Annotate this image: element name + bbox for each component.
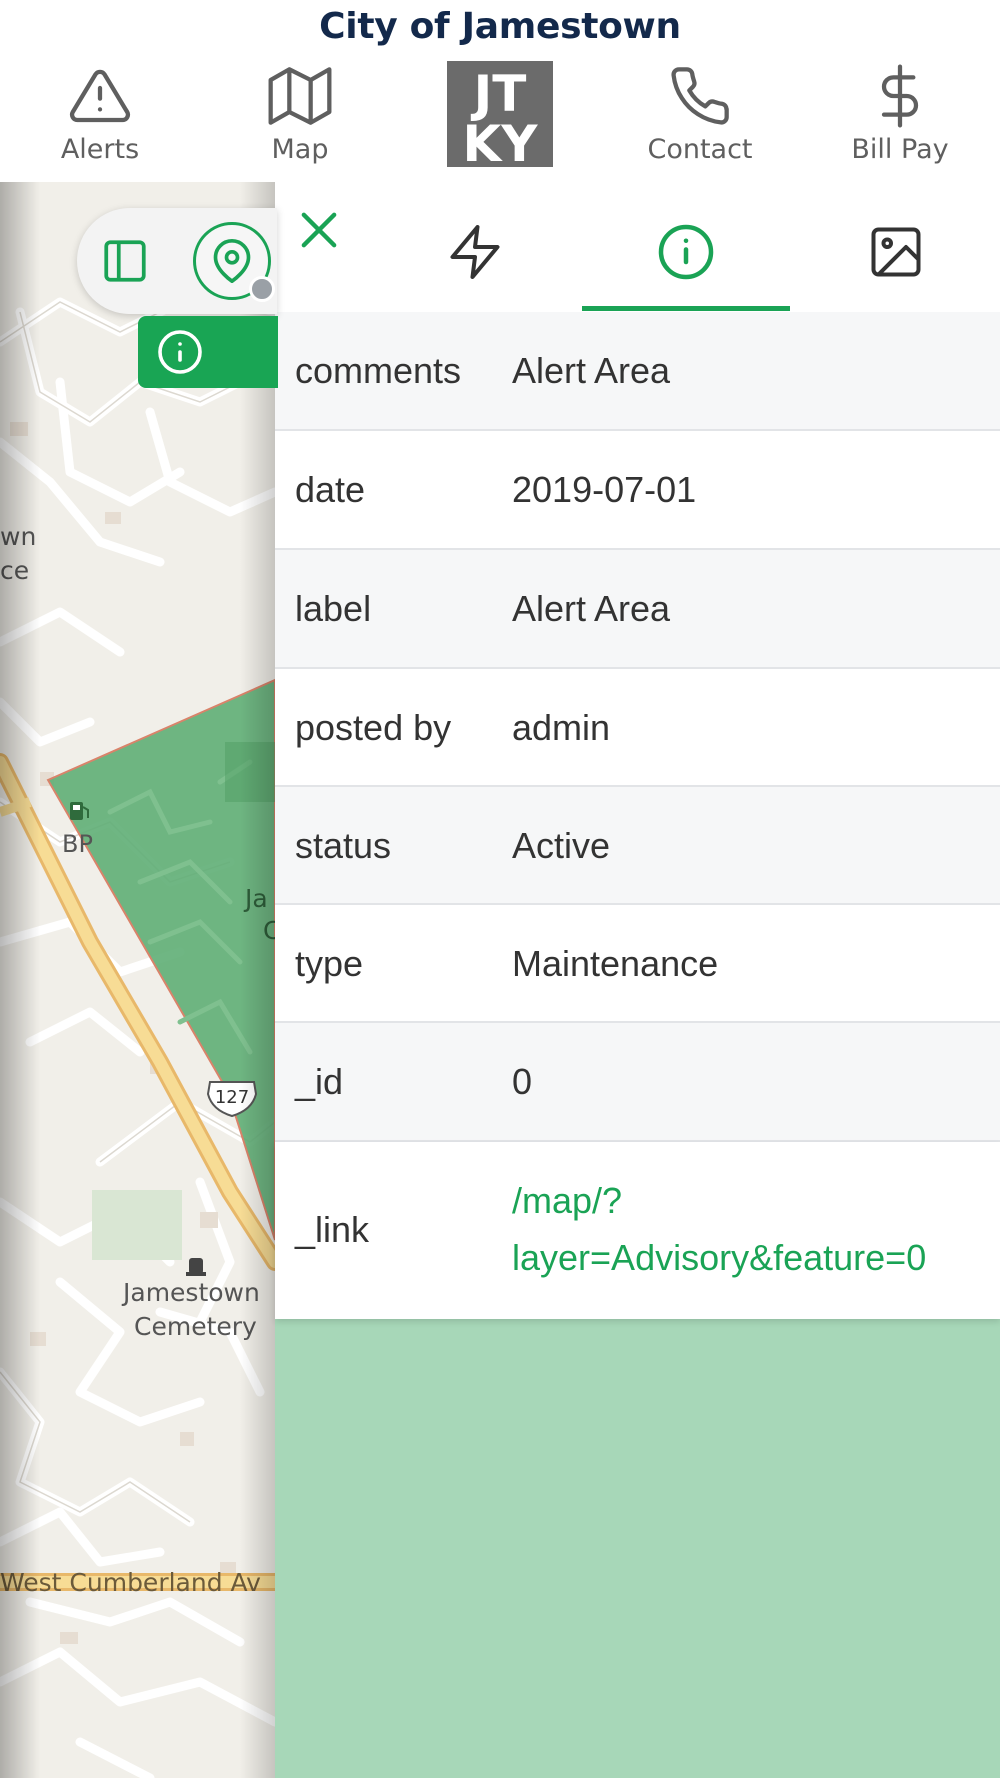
feature-link[interactable]: /map/? layer=Advisory&feature=0 <box>512 1172 926 1286</box>
active-tab-indicator <box>582 306 790 311</box>
image-icon <box>871 227 921 277</box>
table-row: label Alert Area <box>275 550 1000 669</box>
nav-bill-pay-label: Bill Pay <box>851 134 949 165</box>
nav-map[interactable]: Map <box>200 64 400 174</box>
city-logo[interactable]: JT KY <box>447 61 553 167</box>
attr-key: comments <box>295 350 462 391</box>
nav-bill-pay[interactable]: Bill Pay <box>800 64 1000 174</box>
feature-detail-panel: comments Alert Area date 2019-07-01 labe… <box>275 182 1000 1778</box>
logo-line2: KY <box>463 115 539 167</box>
attr-key: status <box>295 825 392 866</box>
nav-alerts-label: Alerts <box>60 134 140 165</box>
tab-actions[interactable] <box>445 222 505 282</box>
table-row: date 2019-07-01 <box>275 431 1000 550</box>
attr-value: Maintenance <box>512 943 719 984</box>
city-title: City of Jamestown <box>319 6 681 47</box>
map-label-cemetery-2: Cemetery <box>134 1312 257 1341</box>
jtky-logo-icon: JT KY <box>463 65 539 167</box>
nav-contact-label: Contact <box>647 134 753 165</box>
map-label-park-1: Ja <box>245 884 268 913</box>
highway-label: 127 <box>215 1087 249 1108</box>
table-row: _link /map/? layer=Advisory&feature=0 <box>275 1142 1000 1319</box>
info-icon <box>158 330 202 374</box>
attr-key: _link <box>295 1209 370 1250</box>
attr-value: 2019-07-01 <box>512 469 697 510</box>
lightning-icon <box>450 225 500 279</box>
map-label-bp: BP <box>62 830 93 858</box>
map-label-street: West Cumberland Av <box>0 1568 261 1597</box>
location-status-dot <box>249 276 275 302</box>
map-icon <box>268 67 332 125</box>
attr-value: admin <box>512 707 611 748</box>
dollar-icon <box>881 64 919 128</box>
app-root: City of Jamestown Alerts Map JT KY Conta… <box>0 0 1000 1778</box>
app-header: City of Jamestown Alerts Map JT KY Conta… <box>0 0 1000 182</box>
map-canvas: 127 <box>0 182 275 1778</box>
table-row: comments Alert Area <box>275 312 1000 431</box>
attr-key: posted by <box>295 707 452 748</box>
attr-value: Alert Area <box>512 350 671 391</box>
attr-key: type <box>295 943 364 984</box>
info-icon <box>658 224 714 280</box>
map-view[interactable]: 127 wn ce BP Ja C Jamestown Cemetery Wes… <box>0 182 275 1778</box>
tab-image[interactable] <box>866 222 926 282</box>
attr-value: Active <box>512 825 611 866</box>
feature-link-line2: layer=Advisory&feature=0 <box>512 1237 927 1278</box>
attribute-table: comments Alert Area date 2019-07-01 labe… <box>275 312 1000 1319</box>
map-label-cemetery-1: Jamestown <box>123 1278 260 1307</box>
table-row: posted by admin <box>275 669 1000 787</box>
nav-alerts[interactable]: Alerts <box>0 64 200 174</box>
attr-key: _id <box>295 1061 344 1102</box>
attr-key: date <box>295 469 366 510</box>
nav-map-label: Map <box>271 134 329 165</box>
panel-tab-bar <box>275 182 1000 314</box>
map-label-park-2: C <box>263 916 275 945</box>
info-toggle-button[interactable] <box>138 316 278 388</box>
table-row: _id 0 <box>275 1023 1000 1142</box>
attr-value: 0 <box>512 1061 533 1102</box>
attr-value: Alert Area <box>512 588 671 629</box>
tab-info[interactable] <box>656 222 716 282</box>
sidebar-toggle-button[interactable] <box>100 236 150 286</box>
table-row: type Maintenance <box>275 905 1000 1023</box>
alert-triangle-icon <box>70 69 130 123</box>
map-pin-icon <box>213 239 251 283</box>
map-label-town-2: ce <box>0 556 30 585</box>
close-icon <box>301 212 337 248</box>
map-label-town-1: wn <box>0 522 37 551</box>
close-panel-button[interactable] <box>293 204 345 256</box>
table-row: status Active <box>275 787 1000 905</box>
nav-contact[interactable]: Contact <box>600 64 800 174</box>
attr-key: label <box>295 588 372 629</box>
sidebar-icon <box>104 240 146 282</box>
phone-icon <box>671 67 729 125</box>
feature-link-line1: /map/? <box>512 1180 623 1221</box>
